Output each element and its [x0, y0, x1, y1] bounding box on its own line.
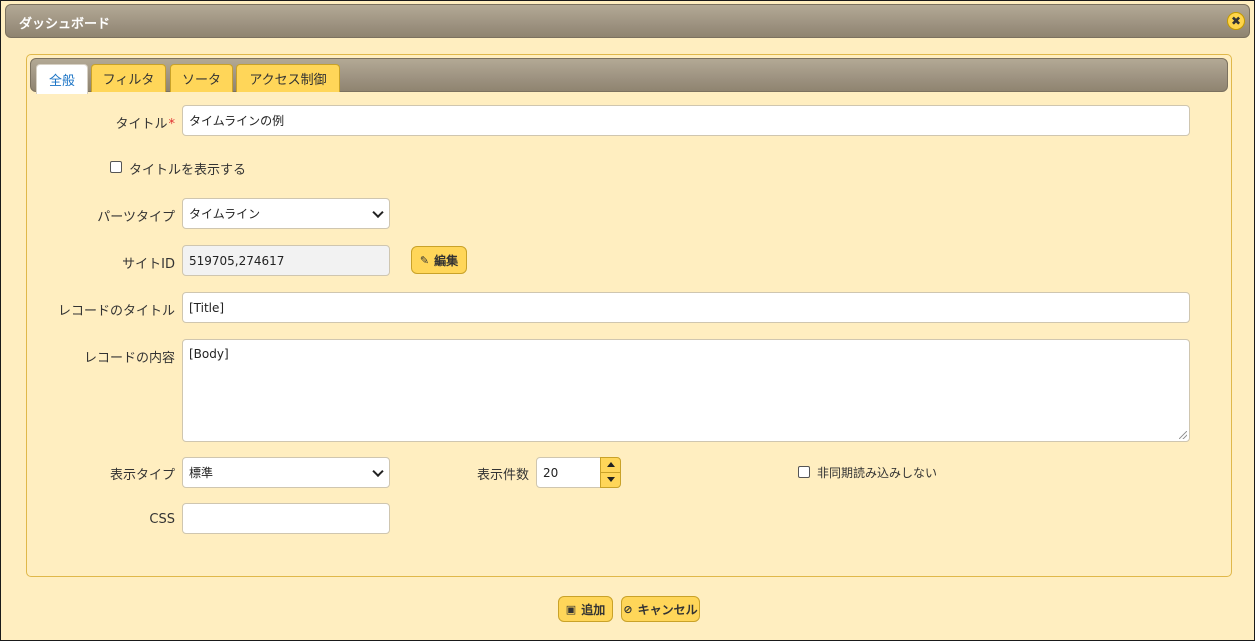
caret-down-icon: [606, 477, 615, 483]
display-count-spinner: [600, 457, 621, 488]
tab-sorter-label: ソータ: [181, 73, 221, 88]
record-body-value: [Body]: [189, 347, 229, 361]
tab-sorter[interactable]: ソータ: [170, 64, 233, 92]
spin-up-button[interactable]: [601, 458, 620, 473]
tab-access-control-label: アクセス制御: [249, 73, 327, 88]
record-title-label: レコードのタイトル: [57, 304, 175, 319]
cancel-button[interactable]: ⊘ キャンセル: [621, 596, 700, 622]
title-input-value: タイムラインの例: [189, 114, 285, 128]
title-input[interactable]: タイムラインの例: [182, 105, 1190, 136]
display-count-value: 20: [543, 465, 559, 480]
site-id-input: 519705,274617: [182, 245, 390, 276]
display-type-value: 標準: [189, 466, 214, 480]
add-button-label: 追加: [581, 602, 606, 617]
save-icon: ▣: [565, 602, 577, 616]
display-count-label: 表示件数: [476, 468, 529, 483]
tab-access-control[interactable]: アクセス制御: [236, 64, 340, 92]
edit-button[interactable]: ✎ 編集: [411, 246, 467, 274]
pencil-icon: ✎: [419, 253, 430, 267]
parts-type-value: タイムライン: [189, 207, 261, 221]
dialog-titlebar[interactable]: ダッシュボード ✖: [5, 4, 1250, 38]
show-title-checkbox[interactable]: [110, 161, 122, 173]
tab-bar: 全般 フィルタ ソータ アクセス制御: [30, 58, 1228, 94]
tab-general-label: 全般: [48, 74, 75, 89]
site-id-value: 519705,274617: [189, 253, 285, 268]
title-field-label: タイトル*: [61, 113, 175, 132]
parts-type-label: パーツタイプ: [97, 210, 175, 225]
caret-up-icon: [606, 462, 615, 468]
dashboard-dialog: ダッシュボード ✖ 全般 フィルタ ソータ アクセス制御 タイトル* タイムライ…: [0, 0, 1255, 641]
title-label-text: タイトル: [115, 117, 168, 132]
site-id-label: サイトID: [122, 257, 175, 272]
no-async-label: 非同期読み込みしない: [817, 466, 938, 480]
spin-down-button[interactable]: [601, 473, 620, 488]
tab-filter[interactable]: フィルタ: [91, 64, 166, 92]
no-async-checkbox[interactable]: [798, 466, 810, 478]
resize-handle-icon[interactable]: [1179, 431, 1187, 439]
cancel-icon: ⊘: [623, 602, 633, 616]
css-label: CSS: [149, 512, 175, 527]
add-button[interactable]: ▣ 追加: [558, 596, 613, 622]
parts-type-select[interactable]: タイムライン: [182, 198, 390, 229]
cancel-button-label: キャンセル: [637, 602, 698, 617]
tab-filter-label: フィルタ: [102, 73, 155, 88]
dialog-title: ダッシュボード: [19, 17, 111, 32]
tab-general[interactable]: 全般: [36, 64, 88, 94]
display-type-label: 表示タイプ: [109, 468, 175, 483]
record-title-input[interactable]: [Title]: [182, 292, 1190, 323]
edit-button-label: 編集: [434, 253, 459, 268]
display-type-select[interactable]: 標準: [182, 457, 390, 488]
close-icon[interactable]: ✖: [1227, 12, 1245, 30]
record-body-label: レコードの内容: [83, 351, 175, 366]
show-title-label: タイトルを表示する: [129, 163, 247, 178]
record-body-textarea[interactable]: [Body]: [182, 339, 1190, 442]
required-mark: *: [168, 117, 176, 132]
css-input[interactable]: [182, 503, 390, 534]
record-title-value: [Title]: [189, 300, 225, 315]
display-count-input[interactable]: 20: [536, 457, 602, 488]
